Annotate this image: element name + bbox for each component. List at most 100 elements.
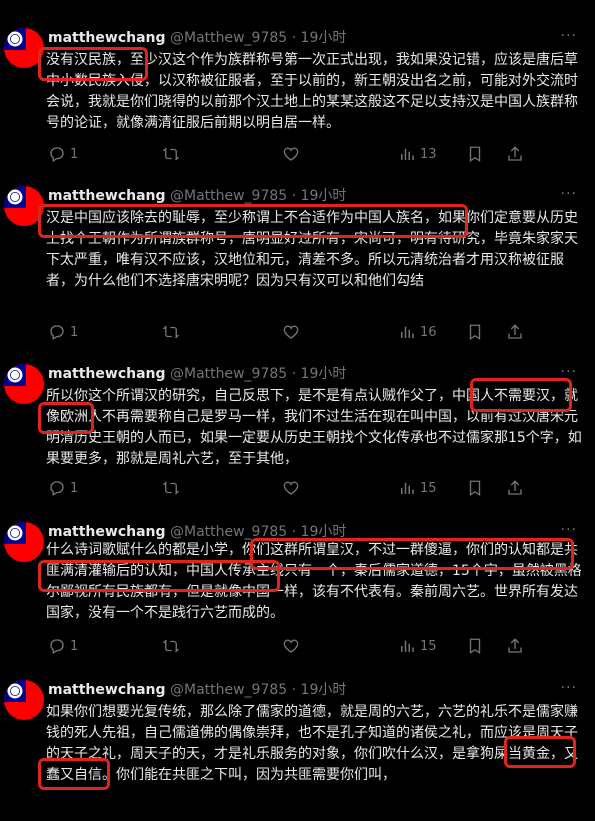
share-icon — [506, 323, 524, 341]
repost-button[interactable] — [162, 478, 184, 498]
taiwan-flag-icon[interactable] — [4, 28, 44, 68]
taiwan-flag-icon[interactable] — [4, 680, 44, 720]
views-count: 15 — [420, 480, 437, 496]
timestamp[interactable]: 19小时 — [301, 366, 347, 382]
bookmark-icon — [466, 479, 484, 497]
tweet-text: 如果你们想要光复传统，那么除了儒家的道德，就是周的六艺，六艺的礼乐不是儒家赚钱的… — [46, 704, 578, 783]
bookmark-button[interactable] — [466, 636, 484, 656]
reply-button[interactable]: 1 — [48, 636, 78, 656]
views-icon — [398, 479, 416, 497]
repost-icon — [162, 637, 180, 655]
bookmark-button[interactable] — [466, 322, 484, 342]
more-options-icon[interactable]: ··· — [561, 28, 577, 44]
more-options-icon[interactable]: ··· — [561, 522, 577, 538]
user-name[interactable]: matthewchang — [48, 30, 166, 46]
reply-button[interactable]: 1 — [48, 478, 78, 498]
repost-icon — [162, 479, 180, 497]
tweet[interactable]: matthewchang @Matthew_9785 · 19小时 ··· 什么… — [0, 522, 595, 656]
tweet-text: 汉是中国应该除去的耻辱，至少称谓上不合适作为中国人族名，如果你们定意要从历史上找… — [46, 210, 578, 289]
reply-count: 1 — [70, 324, 79, 340]
timestamp[interactable]: 19小时 — [301, 682, 347, 698]
user-name[interactable]: matthewchang — [48, 188, 166, 204]
user-handle[interactable]: @Matthew_9785 — [170, 682, 287, 698]
share-button[interactable] — [506, 322, 524, 342]
reply-count: 1 — [70, 146, 79, 162]
views-button[interactable]: 15 — [398, 636, 437, 656]
views-count: 16 — [420, 324, 437, 340]
tweet-header: matthewchang @Matthew_9785 · 19小时 — [48, 28, 346, 48]
tweet-text: 所以你这个所谓汉的研究，自己反思下，是不是有点认贼作父了，中国人不需要汉，就像欧… — [46, 388, 582, 467]
user-handle[interactable]: @Matthew_9785 — [170, 524, 287, 540]
views-button[interactable]: 15 — [398, 478, 437, 498]
like-icon — [282, 323, 300, 341]
repost-button[interactable] — [162, 322, 184, 342]
views-icon — [398, 145, 416, 163]
views-icon — [398, 637, 416, 655]
share-icon — [506, 145, 524, 163]
views-count: 13 — [420, 146, 437, 162]
share-icon — [506, 637, 524, 655]
tweet[interactable]: matthewchang @Matthew_9785 · 19小时 ··· 所以… — [0, 364, 595, 500]
more-options-icon[interactable]: ··· — [561, 186, 577, 202]
tweet[interactable]: matthewchang @Matthew_9785 · 19小时 ··· 汉是… — [0, 186, 595, 346]
tweet-text: 没有汉民族，至少汉这个作为族群称号第一次正式出现，我如果没记错，应该是唐后草中小… — [46, 52, 578, 131]
like-button[interactable] — [282, 322, 304, 342]
share-icon — [506, 479, 524, 497]
user-handle[interactable]: @Matthew_9785 — [170, 30, 287, 46]
user-name[interactable]: matthewchang — [48, 682, 166, 698]
user-handle[interactable]: @Matthew_9785 — [170, 188, 287, 204]
share-button[interactable] — [506, 478, 524, 498]
tweet[interactable]: matthewchang @Matthew_9785 · 19小时 ··· 没有… — [0, 28, 595, 168]
tweet-header: matthewchang @Matthew_9785 · 19小时 — [48, 680, 346, 700]
bookmark-icon — [466, 145, 484, 163]
tweet-actions: 1 15 — [48, 478, 548, 498]
tweet-header: matthewchang @Matthew_9785 · 19小时 — [48, 522, 346, 542]
tweet[interactable]: matthewchang @Matthew_9785 · 19小时 ··· 如果… — [0, 680, 595, 821]
repost-icon — [162, 145, 180, 163]
views-button[interactable]: 13 — [398, 144, 437, 164]
tweet-actions: 1 13 — [48, 144, 548, 164]
tweet-text: 什么诗词歌赋什么的都是小学，你们这群所谓皇汉，不过一群傻逼，你们的认知都是共匪满… — [46, 542, 582, 621]
separator: · — [291, 682, 297, 698]
separator: · — [291, 188, 297, 204]
bookmark-icon — [466, 323, 484, 341]
separator: · — [291, 366, 297, 382]
bookmark-button[interactable] — [466, 144, 484, 164]
more-options-icon[interactable]: ··· — [561, 364, 577, 380]
bookmark-button[interactable] — [466, 478, 484, 498]
repost-button[interactable] — [162, 144, 184, 164]
views-count: 15 — [420, 638, 437, 654]
timestamp[interactable]: 19小时 — [301, 30, 347, 46]
reply-button[interactable]: 1 — [48, 322, 78, 342]
timestamp[interactable]: 19小时 — [301, 524, 347, 540]
taiwan-flag-icon[interactable] — [4, 364, 44, 404]
reply-icon — [48, 637, 66, 655]
taiwan-flag-icon[interactable] — [4, 522, 44, 562]
more-options-icon[interactable]: ··· — [561, 680, 577, 696]
share-button[interactable] — [506, 144, 524, 164]
reply-button[interactable]: 1 — [48, 144, 78, 164]
repost-button[interactable] — [162, 636, 184, 656]
reply-icon — [48, 145, 66, 163]
like-button[interactable] — [282, 144, 304, 164]
separator: · — [291, 30, 297, 46]
like-icon — [282, 479, 300, 497]
reply-icon — [48, 323, 66, 341]
like-button[interactable] — [282, 636, 304, 656]
views-button[interactable]: 16 — [398, 322, 437, 342]
tweet-header: matthewchang @Matthew_9785 · 19小时 — [48, 186, 346, 206]
user-name[interactable]: matthewchang — [48, 366, 166, 382]
timestamp[interactable]: 19小时 — [301, 188, 347, 204]
separator: · — [291, 524, 297, 540]
user-handle[interactable]: @Matthew_9785 — [170, 366, 287, 382]
bookmark-icon — [466, 637, 484, 655]
user-name[interactable]: matthewchang — [48, 524, 166, 540]
tweet-header: matthewchang @Matthew_9785 · 19小时 — [48, 364, 346, 384]
reply-count: 1 — [70, 638, 79, 654]
reply-count: 1 — [70, 480, 79, 496]
reply-icon — [48, 479, 66, 497]
like-button[interactable] — [282, 478, 304, 498]
taiwan-flag-icon[interactable] — [4, 186, 44, 226]
share-button[interactable] — [506, 636, 524, 656]
like-icon — [282, 637, 300, 655]
